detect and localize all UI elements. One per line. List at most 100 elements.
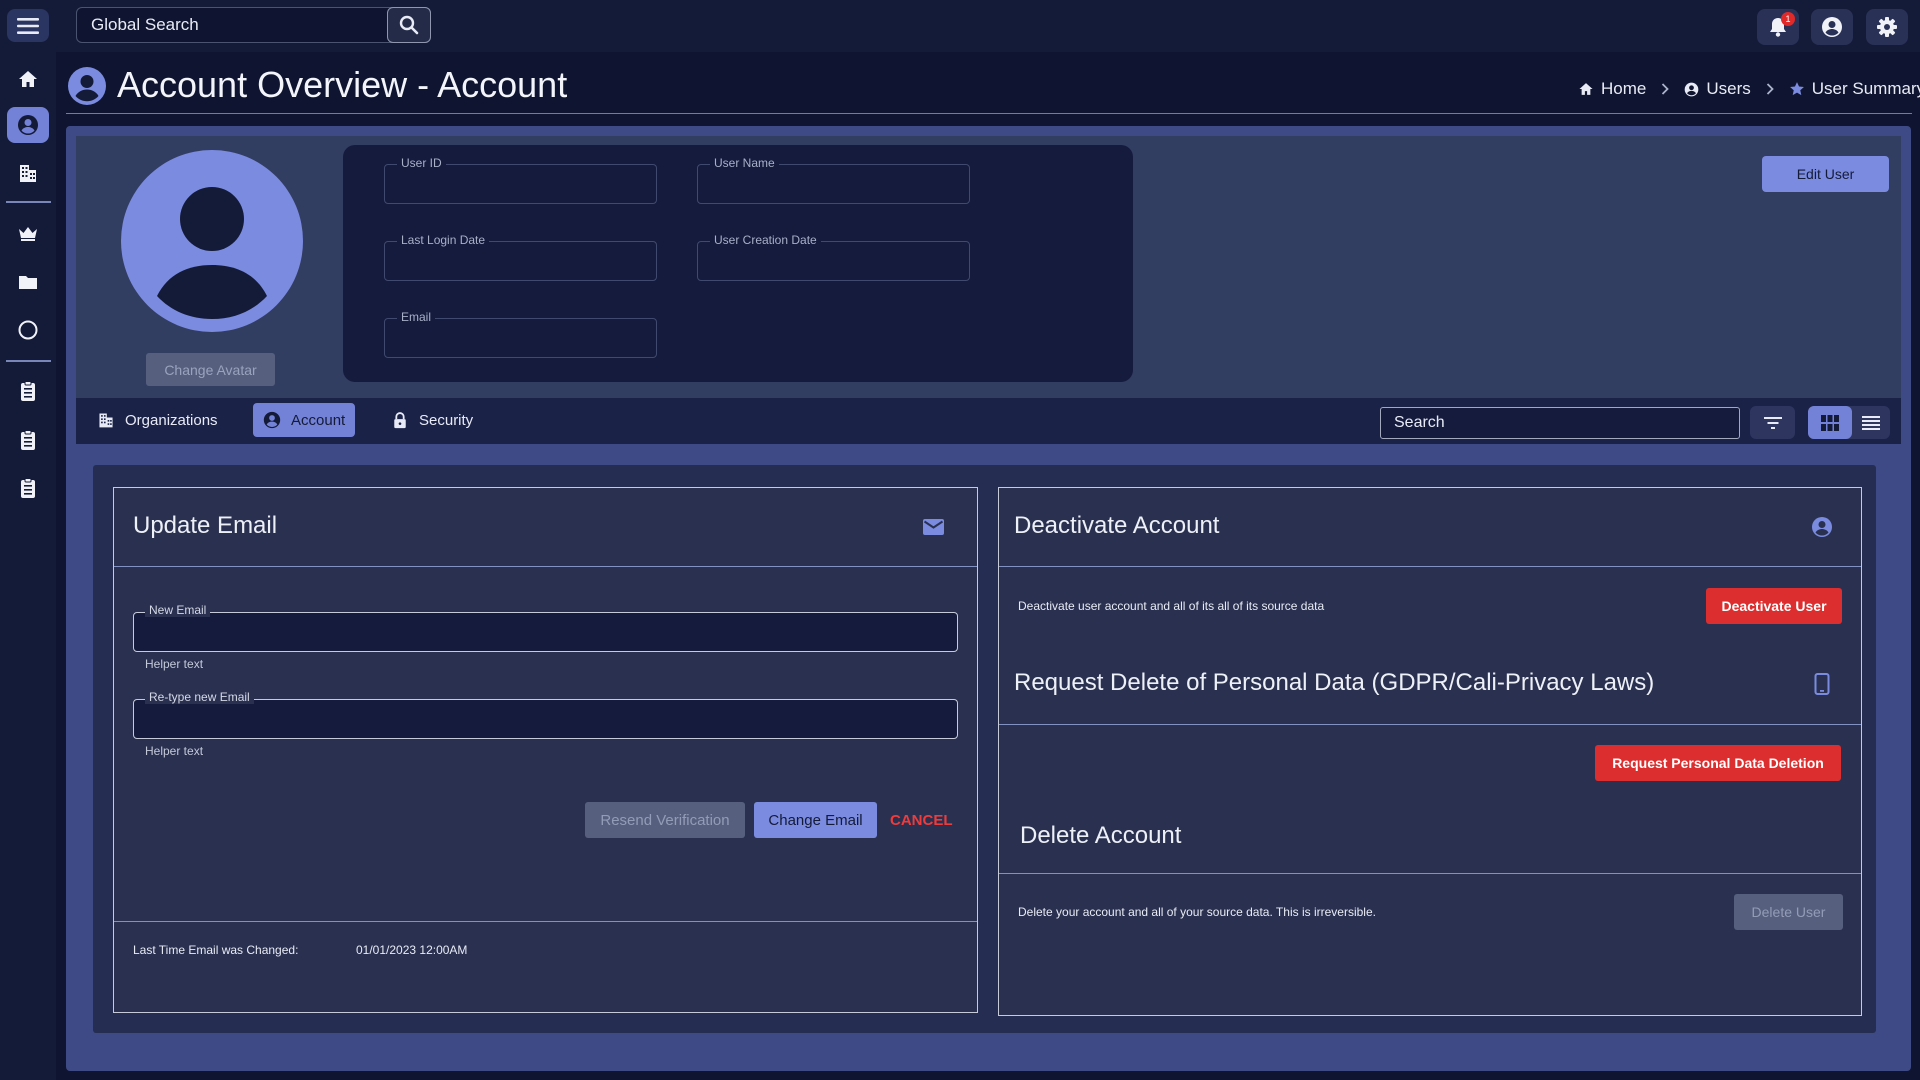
delete-account-description: Delete your account and all of your sour… [1018, 905, 1376, 919]
home-icon [1579, 83, 1593, 95]
account-circle-icon [263, 411, 281, 429]
notifications-button[interactable]: 1 [1757, 9, 1799, 45]
user-creation-date-field[interactable]: User Creation Date [697, 233, 970, 281]
folder-icon [19, 276, 37, 289]
tab-organizations[interactable]: Organizations [87, 403, 228, 437]
building-icon [99, 413, 113, 428]
filter-icon [1763, 416, 1782, 429]
global-search-input[interactable] [77, 8, 387, 42]
last-email-change-value: 01/01/2023 12:00AM [356, 943, 468, 957]
sidebar-item-account[interactable] [7, 107, 49, 143]
star-icon [1789, 82, 1804, 96]
helper-text: Helper text [145, 744, 204, 758]
list-view-icon [1862, 415, 1880, 430]
resend-verification-button[interactable]: Resend Verification [585, 802, 745, 838]
global-search-box [76, 7, 431, 43]
sidebar-item-organizations[interactable] [7, 155, 49, 191]
deactivate-description: Deactivate user account and all of its a… [1018, 599, 1325, 613]
sidebar-item-home[interactable] [7, 61, 49, 97]
tab-label: Account [291, 411, 346, 429]
user-name-field[interactable]: User Name [697, 156, 970, 204]
delete-user-button[interactable]: Delete User [1734, 894, 1843, 930]
settings-button[interactable] [1866, 9, 1908, 45]
breadcrumb: Home Users User Summary [1578, 77, 1920, 101]
edit-user-button[interactable]: Edit User [1762, 156, 1889, 192]
new-email-label: New Email [145, 603, 211, 617]
account-circle-icon [18, 115, 38, 135]
gear-icon [1877, 17, 1897, 37]
search-icon [399, 15, 419, 35]
clipboard-icon [21, 478, 35, 498]
tab-security[interactable]: Security [381, 403, 483, 437]
sidebar-item-clipboard-3[interactable] [7, 470, 49, 506]
tab-search-box [1380, 407, 1740, 439]
global-search-button[interactable] [387, 7, 431, 43]
cancel-button[interactable]: CANCEL [890, 802, 953, 838]
menu-button[interactable] [7, 9, 49, 42]
breadcrumb-users[interactable]: Users [1684, 79, 1751, 99]
retype-email-label: Re-type new Email [145, 690, 254, 704]
breadcrumb-label: Home [1601, 79, 1647, 98]
request-personal-data-deletion-button[interactable]: Request Personal Data Deletion [1595, 745, 1841, 781]
last-email-change-label: Last Time Email was Changed: [133, 943, 299, 957]
chevron-right-icon [1660, 83, 1670, 95]
account-circle-icon [68, 67, 106, 105]
update-email-title: Update Email [133, 512, 278, 539]
retype-email-field[interactable]: Re-type new Email [133, 690, 958, 739]
lock-icon [394, 412, 406, 429]
mobile-phone-icon [1814, 673, 1830, 695]
sidebar-item-circle[interactable] [7, 312, 49, 348]
grid-view-button[interactable] [1808, 406, 1852, 439]
notification-badge: 1 [1781, 12, 1795, 26]
home-icon [19, 71, 37, 87]
filter-button[interactable] [1750, 406, 1795, 439]
grid-view-icon [1821, 414, 1839, 431]
user-name-label: User Name [710, 156, 779, 170]
tab-label: Organizations [125, 411, 218, 429]
user-avatar-icon [121, 150, 303, 332]
circle-icon [18, 320, 38, 340]
chevron-right-icon [1765, 83, 1775, 95]
last-login-date-field[interactable]: Last Login Date [384, 233, 657, 281]
card-divider [999, 724, 1861, 725]
user-id-label: User ID [397, 156, 446, 170]
card-divider [114, 566, 977, 567]
new-email-field[interactable]: New Email [133, 603, 958, 652]
account-circle-icon [1812, 517, 1832, 537]
list-view-button[interactable] [1852, 406, 1890, 439]
deactivate-account-title: Deactivate Account [1014, 512, 1220, 539]
sidebar [0, 52, 56, 1080]
sidebar-item-crown[interactable] [7, 215, 49, 251]
email-field[interactable]: Email [384, 310, 657, 358]
user-id-field[interactable]: User ID [384, 156, 657, 204]
delete-account-title: Delete Account [1020, 822, 1182, 849]
breadcrumb-home[interactable]: Home [1578, 79, 1646, 99]
clipboard-icon [21, 430, 35, 450]
deactivate-user-button[interactable]: Deactivate User [1706, 588, 1842, 624]
sidebar-item-clipboard-2[interactable] [7, 422, 49, 458]
change-avatar-button[interactable]: Change Avatar [146, 353, 275, 386]
sidebar-divider [6, 201, 51, 203]
sidebar-item-folder[interactable] [7, 264, 49, 300]
card-divider [114, 921, 977, 922]
gdpr-title: Request Delete of Personal Data (GDPR/Ca… [1014, 669, 1655, 696]
change-email-button[interactable]: Change Email [754, 802, 877, 838]
breadcrumb-label: User Summary [1811, 79, 1920, 98]
tab-label: Security [419, 411, 474, 429]
profile-button[interactable] [1811, 9, 1853, 45]
breadcrumb-user-summary[interactable]: User Summary [1789, 79, 1920, 99]
building-icon [20, 165, 36, 182]
page-title: Account Overview - Account [117, 64, 568, 105]
helper-text: Helper text [145, 657, 204, 671]
header-divider [66, 113, 1912, 114]
sidebar-divider [6, 360, 51, 362]
user-creation-date-label: User Creation Date [710, 233, 821, 247]
user-info-card: User ID User Name Last Login Date User C… [343, 145, 1133, 382]
view-toggle [1808, 406, 1890, 439]
tab-account[interactable]: Account [253, 403, 356, 437]
tab-search-input[interactable] [1381, 408, 1739, 438]
card-divider [999, 566, 1861, 567]
breadcrumb-label: Users [1706, 79, 1751, 98]
clipboard-icon [21, 381, 35, 401]
sidebar-item-clipboard-1[interactable] [7, 373, 49, 409]
